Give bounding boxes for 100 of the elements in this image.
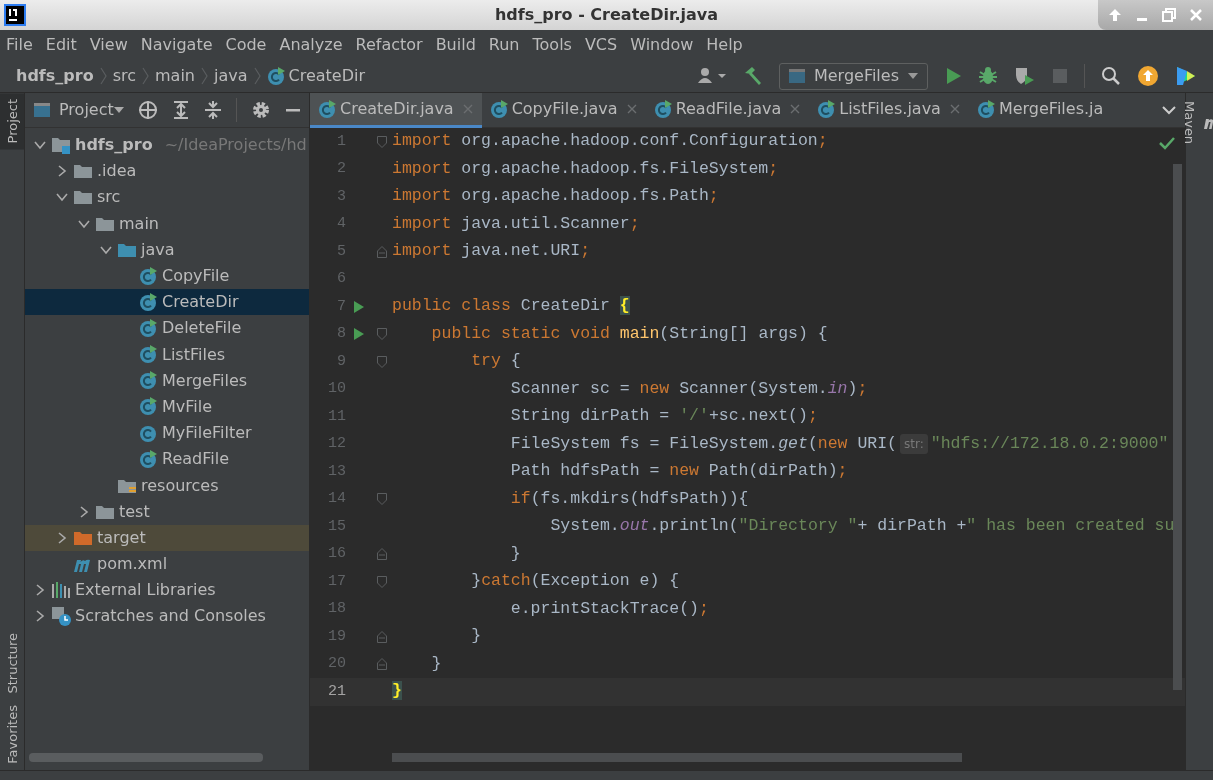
- line-number: 11: [327, 406, 346, 427]
- editor-tab[interactable]: CopyFile.java: [481, 93, 646, 128]
- shield-run-icon[interactable]: [1014, 66, 1036, 86]
- menu-item[interactable]: Analyze: [279, 33, 343, 57]
- expand-all-icon[interactable]: [171, 100, 190, 120]
- tree-item[interactable]: ReadFile: [25, 446, 309, 473]
- line-number: 19: [327, 626, 346, 647]
- up-arrow-icon[interactable]: [1107, 7, 1124, 23]
- breadcrumb-item[interactable]: hdfs_pro: [16, 64, 94, 88]
- tool-window-tab[interactable]: Project: [0, 93, 24, 150]
- update-icon[interactable]: [1137, 65, 1159, 87]
- tree-item[interactable]: Scratches and Consoles: [25, 603, 309, 630]
- runnable-class-icon: [139, 371, 158, 391]
- fold-icon[interactable]: [377, 548, 387, 561]
- tree-item[interactable]: CopyFile: [25, 262, 309, 290]
- tree-item[interactable]: External Libraries: [25, 577, 309, 604]
- fold-icon[interactable]: [377, 355, 387, 368]
- editor-tab[interactable]: MergeFiles.ja: [968, 93, 1112, 128]
- fold-icon[interactable]: [377, 630, 387, 643]
- menu-item[interactable]: Build: [435, 33, 476, 57]
- menu-item[interactable]: Refactor: [355, 33, 423, 57]
- editor-tab[interactable]: ListFiles.java: [809, 93, 969, 128]
- line-number: 8: [336, 324, 346, 344]
- code-text: Scanner sc = new Scanner(System.in);: [509, 377, 868, 400]
- menu-item[interactable]: VCS: [584, 33, 618, 57]
- menu-item[interactable]: Tools: [532, 33, 572, 57]
- editor-tab[interactable]: CreateDir.java: [310, 93, 482, 128]
- app-logo-icon: [4, 4, 26, 26]
- code-text: if(fs.mkdirs(hdfsPath)){: [509, 487, 749, 510]
- tree-item[interactable]: MvFile: [25, 393, 309, 421]
- scrollbar-thumb[interactable]: [392, 753, 962, 762]
- scrollbar-thumb[interactable]: [29, 753, 263, 762]
- class-icon: [489, 100, 508, 118]
- user-icon[interactable]: [696, 67, 727, 85]
- search-icon[interactable]: [1101, 66, 1121, 86]
- caret-icon: [113, 106, 124, 114]
- line-number: 10: [327, 379, 346, 399]
- menu-item[interactable]: File: [6, 33, 33, 57]
- code-text: }: [509, 542, 521, 565]
- caret-icon: [907, 72, 919, 80]
- panel-title-dropdown[interactable]: Project: [59, 98, 124, 122]
- plugin-logo-icon[interactable]: [1175, 65, 1197, 87]
- tree-item[interactable]: pom.xml: [25, 551, 309, 578]
- menu-item[interactable]: Code: [225, 33, 267, 57]
- fold-icon[interactable]: [377, 575, 387, 588]
- menu-item[interactable]: Edit: [45, 33, 77, 57]
- close-icon[interactable]: [789, 103, 802, 115]
- tree-item[interactable]: main: [25, 210, 309, 237]
- close-icon[interactable]: [625, 103, 638, 115]
- parameter-hint: str:: [900, 434, 928, 455]
- runnable-class-icon: [139, 318, 158, 338]
- fold-icon[interactable]: [377, 328, 387, 341]
- tree-item[interactable]: java: [25, 236, 309, 263]
- tool-window-tab[interactable]: Structure: [0, 626, 24, 700]
- line-number: 20: [327, 654, 346, 674]
- locate-icon[interactable]: [137, 100, 158, 120]
- tree-item[interactable]: test: [25, 498, 309, 525]
- breadcrumb-item[interactable]: main: [155, 64, 195, 88]
- menu-item[interactable]: Window: [630, 33, 694, 57]
- collapse-all-icon[interactable]: [203, 100, 222, 120]
- fold-icon[interactable]: [377, 493, 387, 506]
- tree-item[interactable]: src: [25, 184, 309, 211]
- libraries-icon: [51, 581, 71, 600]
- tool-window-tab[interactable]: Maven: [1179, 101, 1213, 145]
- run-icon[interactable]: [353, 327, 365, 342]
- menu-item[interactable]: View: [89, 33, 128, 57]
- close-icon[interactable]: [1187, 7, 1204, 23]
- fold-icon[interactable]: [377, 135, 387, 148]
- run-icon[interactable]: [944, 67, 962, 85]
- tool-window-tab[interactable]: Favorites: [0, 699, 24, 770]
- line-number: 2: [336, 159, 346, 179]
- close-icon[interactable]: [948, 103, 961, 115]
- bug-icon[interactable]: [978, 66, 998, 86]
- menu-item[interactable]: Navigate: [140, 33, 213, 57]
- code-text: }: [392, 680, 402, 703]
- run-configuration-dropdown[interactable]: MergeFiles: [778, 62, 928, 90]
- fold-icon[interactable]: [377, 245, 387, 258]
- tree-item[interactable]: MergeFiles: [25, 367, 309, 394]
- menu-item[interactable]: Help: [706, 33, 743, 57]
- tree-item[interactable]: .idea: [25, 158, 309, 185]
- breadcrumb-item[interactable]: CreateDir: [266, 64, 366, 88]
- menu-item[interactable]: Run: [488, 33, 520, 57]
- settings-icon[interactable]: [250, 100, 271, 120]
- tree-item[interactable]: DeleteFile: [25, 315, 309, 342]
- tree-item[interactable]: resources: [25, 472, 309, 499]
- restore-icon[interactable]: [1160, 7, 1177, 23]
- tree-item[interactable]: hdfs_pro ~/IdeaProjects/hd: [25, 132, 309, 159]
- tree-item[interactable]: CreateDir: [25, 289, 309, 316]
- editor-tab[interactable]: ReadFile.java: [645, 93, 810, 128]
- breadcrumb-item[interactable]: src: [112, 64, 137, 88]
- tree-item[interactable]: MyFileFilter: [25, 420, 309, 447]
- tree-item[interactable]: target: [25, 524, 309, 551]
- run-icon[interactable]: [353, 299, 365, 314]
- runnable-class-icon: [139, 292, 158, 312]
- breadcrumb-item[interactable]: java: [214, 64, 248, 88]
- chevron-separator-icon: [252, 66, 262, 86]
- scrollbar-thumb[interactable]: [1173, 164, 1182, 690]
- tree-item[interactable]: ListFiles: [25, 341, 309, 368]
- fold-icon[interactable]: [377, 658, 387, 671]
- class-icon: [976, 100, 995, 118]
